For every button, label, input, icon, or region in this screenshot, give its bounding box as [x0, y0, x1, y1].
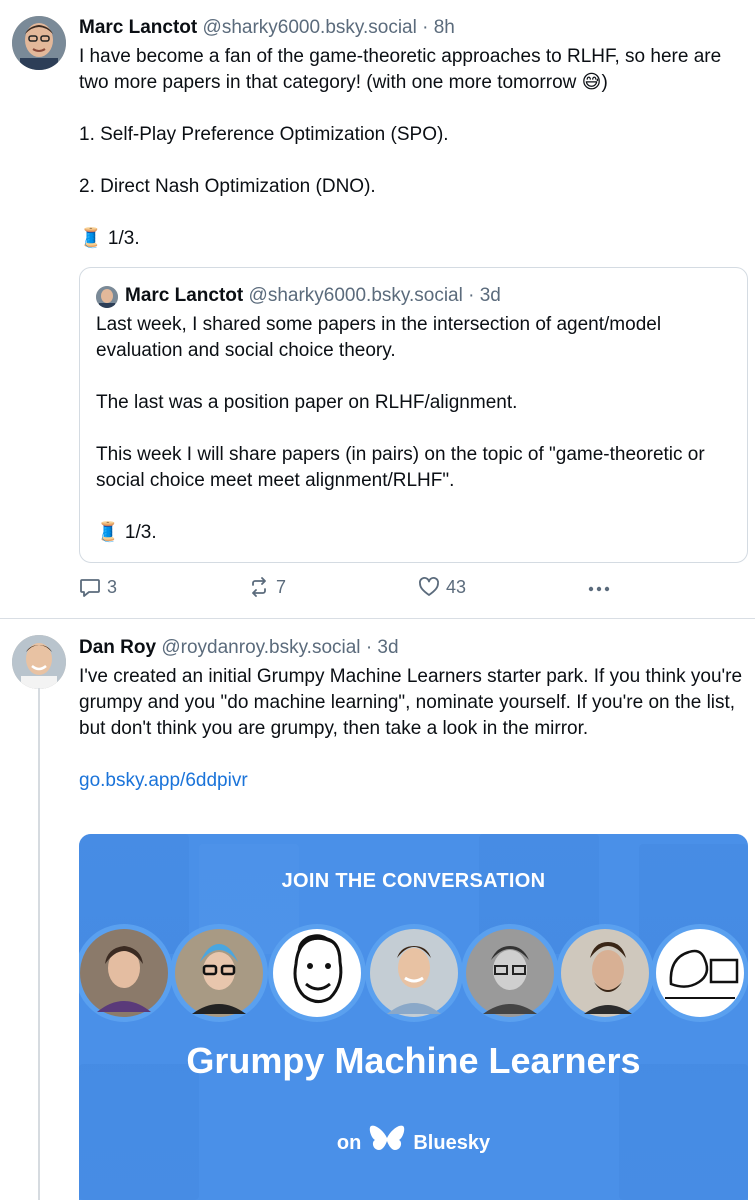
post-body: I've created an initial Grumpy Machine L…	[79, 666, 743, 739]
post-link[interactable]: go.bsky.app/6ddpivr	[79, 768, 745, 794]
more-button[interactable]	[586, 578, 612, 600]
member-avatar	[170, 924, 268, 1022]
post-time[interactable]: 3d	[377, 637, 398, 658]
reply-count: 3	[107, 576, 118, 597]
member-avatar	[461, 924, 559, 1022]
quoted-avatar	[96, 286, 118, 308]
card-title: Grumpy Machine Learners	[186, 1040, 641, 1081]
author-name[interactable]: Marc Lanctot	[79, 17, 197, 38]
author-handle[interactable]: @sharky6000.bsky.social	[203, 17, 417, 38]
avatar[interactable]	[12, 16, 66, 70]
card-footer: on Bluesky	[79, 1124, 748, 1162]
avatar[interactable]	[12, 635, 66, 689]
card-brand: Bluesky	[413, 1131, 491, 1154]
quoted-post[interactable]: Marc Lanctot @sharky6000.bsky.social · 3…	[79, 267, 748, 563]
post-line: 2. Direct Nash Optimization (DNO).	[79, 176, 376, 197]
quoted-line: 🧵 1/3.	[96, 522, 157, 543]
quoted-line: This week I will share papers (in pairs)…	[96, 444, 705, 491]
post-actions: 3 7 43	[0, 576, 755, 604]
post-marc-lanctot[interactable]: Marc Lanctot @sharky6000.bsky.social · 8…	[0, 0, 755, 618]
quoted-line: Last week, I shared some papers in the i…	[96, 314, 662, 361]
post-header: Dan Roy @roydanroy.bsky.social · 3d	[79, 637, 399, 659]
quoted-handle: @sharky6000.bsky.social	[248, 285, 463, 306]
repost-button[interactable]: 7	[248, 576, 286, 598]
quoted-line: The last was a position paper on RLHF/al…	[96, 392, 518, 413]
starter-pack-card[interactable]: JOIN THE CONVERSATION Grumpy Machine Lea…	[79, 834, 748, 1200]
author-handle[interactable]: @roydanroy.bsky.social	[161, 637, 360, 658]
reply-button[interactable]: 3	[79, 576, 117, 598]
thread-line	[38, 688, 40, 1200]
post-line: 1. Self-Play Preference Optimization (SP…	[79, 124, 449, 145]
member-avatar	[651, 924, 748, 1022]
separator: ·	[422, 17, 429, 38]
like-button[interactable]: 43	[418, 576, 466, 598]
card-kicker: JOIN THE CONVERSATION	[281, 870, 546, 892]
post-line: 🧵 1/3.	[79, 228, 140, 249]
heart-icon	[418, 576, 440, 598]
post-text: I have become a fan of the game-theoreti…	[79, 44, 745, 252]
quoted-text: Last week, I shared some papers in the i…	[96, 312, 736, 546]
member-avatar	[268, 924, 366, 1022]
post-time[interactable]: 8h	[434, 17, 455, 38]
more-icon	[586, 578, 612, 600]
separator: ·	[365, 637, 373, 658]
quoted-author-name: Marc Lanctot	[125, 285, 244, 306]
post-text: I've created an initial Grumpy Machine L…	[79, 664, 745, 794]
member-avatar	[556, 924, 654, 1022]
author-name[interactable]: Dan Roy	[79, 637, 156, 658]
separator: ·	[468, 285, 475, 306]
butterfly-icon	[369, 1124, 405, 1162]
quoted-header: Marc Lanctot @sharky6000.bsky.social · 3…	[125, 285, 501, 307]
member-avatar	[365, 924, 463, 1022]
quoted-time: 3d	[479, 285, 501, 306]
repost-count: 7	[276, 576, 287, 597]
reply-icon	[79, 576, 101, 598]
card-on-label: on	[336, 1131, 362, 1154]
like-count: 43	[446, 576, 467, 597]
repost-icon	[248, 576, 270, 598]
member-avatar	[79, 924, 173, 1022]
post-header: Marc Lanctot @sharky6000.bsky.social · 8…	[79, 17, 455, 39]
post-line: I have become a fan of the game-theoreti…	[79, 46, 722, 93]
